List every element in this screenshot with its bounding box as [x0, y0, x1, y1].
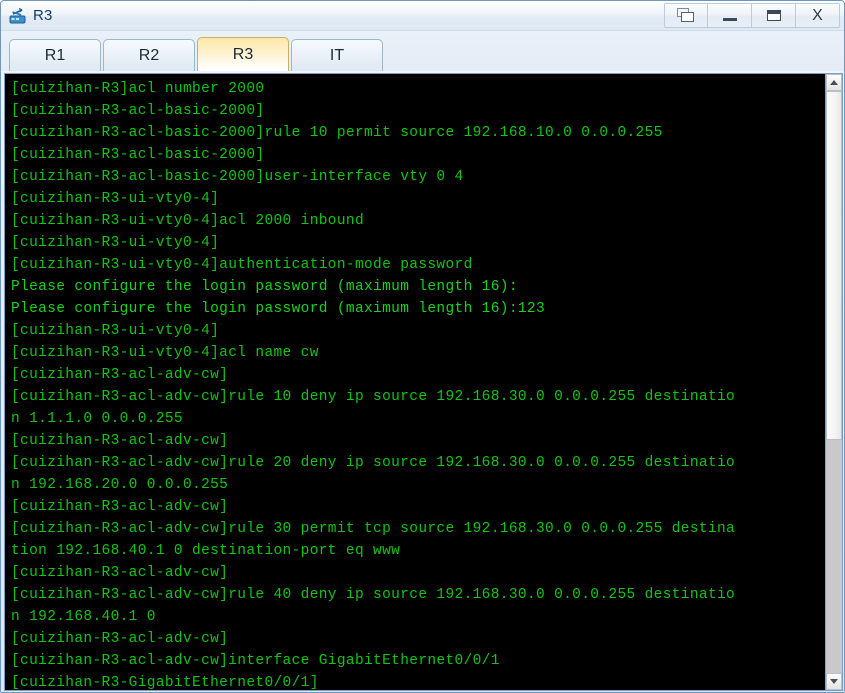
scrollbar-track[interactable] — [826, 91, 842, 673]
chevron-down-icon — [830, 679, 838, 684]
tab-strip: R1 R2 R3 IT — [1, 31, 844, 71]
terminal-line: [cuizihan-R3-acl-basic-2000] — [11, 103, 265, 119]
restore-button[interactable] — [664, 3, 708, 28]
terminal-line: [cuizihan-R3-ui-vty0-4]authentication-mo… — [11, 257, 473, 273]
terminal-line: [cuizihan-R3-acl-adv-cw]interface Gigabi… — [11, 653, 500, 669]
terminal-output[interactable]: [cuizihan-R3]acl number 2000 [cuizihan-R3… — [5, 74, 825, 690]
terminal-line: n 192.168.20.0 0.0.0.255 — [11, 477, 229, 493]
terminal-line: [cuizihan-R3-acl-adv-cw] — [11, 565, 229, 581]
tab-label: IT — [329, 46, 345, 64]
terminal-line: [cuizihan-R3-acl-basic-2000]rule 10 perm… — [11, 125, 663, 141]
restore-icon — [677, 8, 695, 23]
tab-label: R3 — [232, 45, 254, 63]
terminal-line: [cuizihan-R3-GigabitEthernet0/0/1] — [11, 675, 319, 690]
terminal-line: [cuizihan-R3-ui-vty0-4]acl name cw — [11, 345, 319, 361]
terminal-line: [cuizihan-R3-acl-adv-cw]rule 10 deny ip … — [11, 389, 736, 405]
terminal-line: n 192.168.40.1 0 — [11, 609, 156, 625]
terminal-line: [cuizihan-R3-acl-adv-cw]rule 40 deny ip … — [11, 587, 736, 603]
vertical-scrollbar[interactable] — [825, 74, 842, 690]
minimize-button[interactable] — [708, 3, 752, 28]
terminal-line: [cuizihan-R3-acl-adv-cw]rule 30 permit t… — [11, 521, 736, 537]
maximize-icon — [766, 10, 781, 21]
title-bar: R3 X — [1, 1, 844, 31]
router-icon — [9, 7, 26, 23]
window-controls: X — [664, 2, 840, 29]
tab-r1[interactable]: R1 — [9, 39, 101, 71]
terminal-line: Please configure the login password (max… — [11, 301, 546, 317]
terminal-line: [cuizihan-R3-acl-basic-2000] — [11, 147, 265, 163]
maximize-button[interactable] — [752, 3, 796, 28]
terminal-line: [cuizihan-R3-acl-adv-cw] — [11, 499, 229, 515]
chevron-up-icon — [830, 80, 838, 85]
scroll-down-button[interactable] — [826, 673, 842, 690]
terminal-frame: [cuizihan-R3]acl number 2000 [cuizihan-R3… — [4, 73, 843, 691]
tab-label: R1 — [44, 46, 66, 64]
tab-it[interactable]: IT — [291, 39, 383, 71]
tab-label: R2 — [138, 46, 160, 64]
terminal-line: [cuizihan-R3-ui-vty0-4] — [11, 191, 220, 207]
tab-r2[interactable]: R2 — [103, 39, 195, 71]
terminal-line: [cuizihan-R3]acl number 2000 — [11, 81, 265, 97]
minimize-icon — [722, 18, 737, 21]
terminal-line: [cuizihan-R3-acl-adv-cw] — [11, 631, 229, 647]
terminal-line: tion 192.168.40.1 0 destination-port eq … — [11, 543, 401, 559]
terminal-window: R3 X R1 R2 R3 IT [cuizihan-R3]acl number… — [0, 0, 845, 693]
close-icon: X — [812, 6, 823, 24]
terminal-line: [cuizihan-R3-acl-adv-cw] — [11, 367, 229, 383]
close-button[interactable]: X — [796, 3, 840, 28]
terminal-line: [cuizihan-R3-acl-adv-cw]rule 20 deny ip … — [11, 455, 736, 471]
terminal-line: [cuizihan-R3-ui-vty0-4]acl 2000 inbound — [11, 213, 365, 229]
terminal-line: [cuizihan-R3-acl-basic-2000]user-interfa… — [11, 169, 464, 185]
terminal-line: [cuizihan-R3-ui-vty0-4] — [11, 323, 220, 339]
terminal-line: [cuizihan-R3-acl-adv-cw] — [11, 433, 229, 449]
scroll-up-button[interactable] — [826, 74, 842, 91]
tab-r3[interactable]: R3 — [197, 37, 289, 71]
scrollbar-thumb[interactable] — [826, 91, 842, 441]
terminal-line: n 1.1.1.0 0.0.0.255 — [11, 411, 183, 427]
terminal-line: Please configure the login password (max… — [11, 279, 518, 295]
window-title: R3 — [33, 7, 53, 24]
terminal-line: [cuizihan-R3-ui-vty0-4] — [11, 235, 220, 251]
